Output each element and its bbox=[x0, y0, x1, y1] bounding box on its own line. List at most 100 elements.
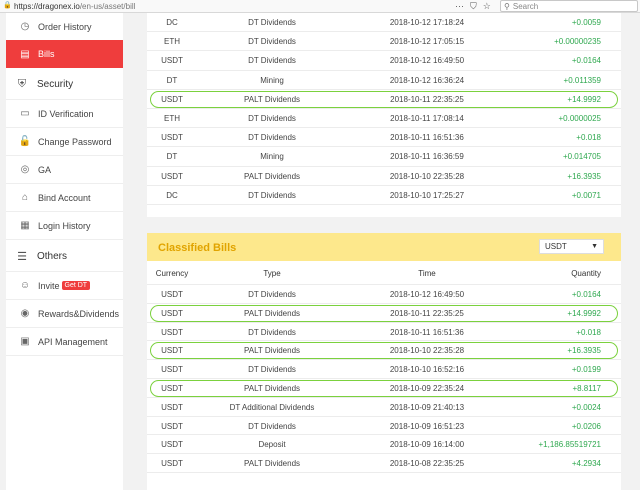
section-title: Security bbox=[37, 79, 74, 90]
table-row: USDT DT Dividends 2018-10-11 16:51:36 +0.01… bbox=[147, 323, 621, 342]
cell-quantity: +0.018 bbox=[576, 327, 601, 337]
cell-type: DT Dividends bbox=[248, 18, 296, 27]
table-header: Currency Type Time Quantity bbox=[147, 261, 621, 285]
classified-bills-panel: Classified Bills USDT ▼ Currency Type Ti… bbox=[147, 233, 621, 490]
table-row: USDT PALT Dividends 2018-10-10 22:35:28 +16… bbox=[147, 167, 621, 186]
cell-quantity: +0.0024 bbox=[571, 402, 601, 412]
cell-time: 2018-10-12 16:49:50 bbox=[389, 290, 465, 299]
sidebar-item-login-history[interactable]: ▦ Login History bbox=[6, 212, 123, 240]
cell-type: DT Dividends bbox=[248, 114, 296, 123]
bill-icon: ▤ bbox=[20, 48, 30, 60]
table-row: USDT Deposit 2018-10-09 16:14:00 +1,186.855… bbox=[147, 435, 621, 455]
search-icon: ⚲ bbox=[504, 1, 510, 11]
classified-title: Classified Bills bbox=[158, 242, 237, 254]
sidebar-item-label: Rewards&Dividends bbox=[38, 308, 120, 319]
cell-type: DT Dividends bbox=[248, 37, 296, 47]
user-icon: ☺ bbox=[19, 280, 31, 291]
calendar-icon: ▦ bbox=[20, 220, 30, 231]
bookmark-star-icon[interactable]: ☆ bbox=[483, 1, 491, 12]
cell-time: 2018-10-11 17:08:14 bbox=[390, 114, 464, 123]
currency-select-value: USDT bbox=[545, 242, 567, 251]
sidebar-item-label: Bills bbox=[38, 49, 55, 59]
cell-quantity: +0.0000025 bbox=[558, 114, 602, 123]
header-quantity: Quantity bbox=[571, 269, 601, 278]
sidebar-item-label: Change Password bbox=[38, 136, 112, 147]
cell-type: DT Dividends bbox=[248, 327, 296, 337]
sidebar-item-order-history[interactable]: ◷ Order History bbox=[6, 13, 123, 41]
cell-type: DT Dividends bbox=[248, 190, 296, 200]
section-title: Others bbox=[37, 251, 68, 262]
cell-quantity: +0.00000235 bbox=[554, 37, 601, 47]
cell-quantity: +16.3935 bbox=[567, 171, 601, 181]
classified-header: Classified Bills USDT ▼ bbox=[147, 233, 621, 261]
table-row: USDT PALT Dividends 2018-10-08 22:35:25 +4.… bbox=[147, 454, 621, 473]
sidebar-item-label: ID Verification bbox=[38, 108, 94, 119]
header-type: Type bbox=[263, 269, 281, 278]
sidebar-item-bills[interactable]: ▤ Bills bbox=[6, 40, 123, 68]
sidebar-item-label: API Management bbox=[38, 336, 108, 347]
cell-time: 2018-10-11 16:51:36 bbox=[390, 133, 464, 143]
cell-quantity: +0.0059 bbox=[571, 18, 601, 27]
cell-time: 2018-10-11 16:36:59 bbox=[390, 152, 464, 162]
highlight-outline bbox=[150, 90, 618, 108]
url-path: /en-us/asset/bill bbox=[79, 1, 136, 11]
cell-time: 2018-10-12 16:49:50 bbox=[389, 56, 465, 66]
reward-icon: ◉ bbox=[20, 308, 30, 319]
cell-currency: DT bbox=[166, 152, 178, 162]
sidebar-section-others: ☰ Others bbox=[6, 242, 123, 272]
sidebar-item-bind-account[interactable]: ⌂ Bind Account bbox=[6, 184, 123, 212]
sidebar-item-label: Order History bbox=[38, 21, 92, 32]
cell-type: DT Dividends bbox=[248, 365, 296, 375]
address-bar[interactable]: https://dragonex.io/en-us/asset/bill bbox=[14, 2, 135, 11]
cell-time: 2018-10-08 22:35:25 bbox=[389, 459, 465, 469]
sidebar-item-invite[interactable]: ☺ Invite Get DT bbox=[6, 272, 123, 300]
table-row: USDT DT Dividends 2018-10-10 16:52:16 +0.01… bbox=[147, 360, 621, 379]
sidebar-item-api-management[interactable]: ▣ API Management bbox=[6, 328, 123, 356]
cell-time: 2018-10-12 17:18:24 bbox=[389, 18, 465, 27]
highlight-outline bbox=[150, 342, 618, 360]
sidebar-item-change-password[interactable]: 🔓 Change Password bbox=[6, 128, 123, 156]
cell-type: Deposit bbox=[258, 440, 286, 450]
currency-select[interactable]: USDT ▼ bbox=[539, 239, 604, 254]
cell-quantity: +0.0199 bbox=[571, 365, 601, 375]
cell-quantity: +0.0164 bbox=[571, 56, 601, 66]
shield-icon: ⛨ bbox=[17, 78, 27, 90]
cell-type: DT Dividends bbox=[248, 421, 296, 431]
cell-quantity: +0.018 bbox=[576, 133, 601, 143]
pocket-icon[interactable]: ⛉ bbox=[470, 1, 477, 12]
cell-currency: USDT bbox=[161, 133, 183, 143]
cell-quantity: +0.0071 bbox=[571, 190, 601, 200]
table-row: USDT DT Dividends 2018-10-11 16:51:36 +0.01… bbox=[147, 128, 621, 148]
id-card-icon: ▭ bbox=[20, 108, 30, 119]
cell-type: DT Dividends bbox=[248, 290, 296, 299]
header-currency: Currency bbox=[155, 269, 189, 278]
table-row: USDT DT Dividends 2018-10-12 16:49:50 +0.01… bbox=[147, 285, 621, 304]
cell-currency: DC bbox=[166, 190, 178, 200]
highlight-outline bbox=[150, 304, 618, 322]
google-auth-icon: ◎ bbox=[20, 164, 30, 175]
cell-type: DT Dividends bbox=[248, 56, 296, 66]
table-row: USDT DT Additional Dividends 2018-10-09 21… bbox=[147, 398, 621, 417]
cell-currency: USDT bbox=[161, 171, 183, 181]
cell-currency: USDT bbox=[161, 402, 183, 412]
cell-type: DT Additional Dividends bbox=[229, 402, 315, 412]
search-input[interactable]: ⚲ Search bbox=[500, 0, 638, 12]
cell-quantity: +0.014705 bbox=[562, 152, 601, 162]
cell-currency: ETH bbox=[164, 114, 180, 123]
cell-quantity: +0.011359 bbox=[563, 75, 601, 85]
chevron-down-icon: ▼ bbox=[591, 243, 598, 250]
table-row: ETH DT Dividends 2018-10-11 17:08:14 +0.000… bbox=[147, 109, 621, 129]
table-row: USDT DT Dividends 2018-10-09 16:51:23 +0.02… bbox=[147, 417, 621, 436]
more-icon[interactable]: ··· bbox=[455, 1, 464, 12]
lock-icon: 🔒 bbox=[3, 2, 12, 9]
sidebar-item-rewards[interactable]: ◉ Rewards&Dividends bbox=[6, 300, 123, 328]
cell-time: 2018-10-11 16:51:36 bbox=[390, 327, 464, 337]
cell-type: PALT Dividends bbox=[243, 459, 301, 469]
sidebar-item-ga[interactable]: ◎ GA bbox=[6, 156, 123, 184]
cell-type: Mining bbox=[260, 75, 284, 85]
table-row: DC DT Dividends 2018-10-12 17:18:24 +0.0059 bbox=[147, 13, 621, 33]
table-row: DT Mining 2018-10-12 16:36:24 +0.011359 bbox=[147, 71, 621, 90]
sidebar-item-id-verification[interactable]: ▭ ID Verification bbox=[6, 100, 123, 128]
table-row: DC DT Dividends 2018-10-10 17:25:27 +0.0071 bbox=[147, 186, 621, 205]
cell-currency: ETH bbox=[164, 37, 180, 47]
